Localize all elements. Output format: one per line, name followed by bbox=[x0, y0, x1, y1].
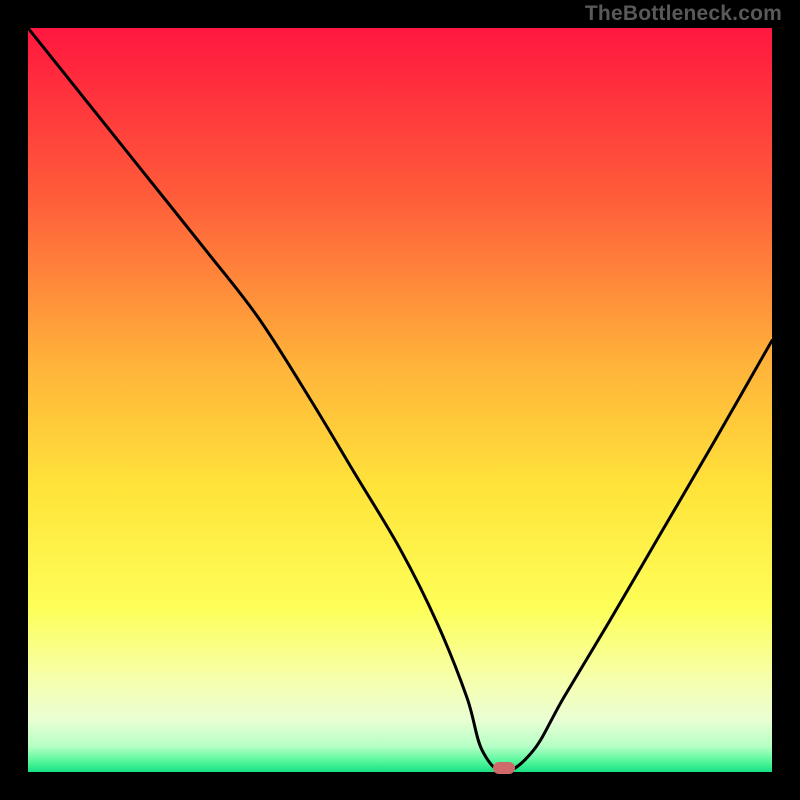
chart-frame: TheBottleneck.com bbox=[0, 0, 800, 800]
minimum-marker bbox=[493, 762, 515, 774]
plot-area bbox=[28, 28, 772, 772]
watermark-text: TheBottleneck.com bbox=[585, 2, 782, 26]
bottleneck-curve bbox=[28, 28, 772, 772]
